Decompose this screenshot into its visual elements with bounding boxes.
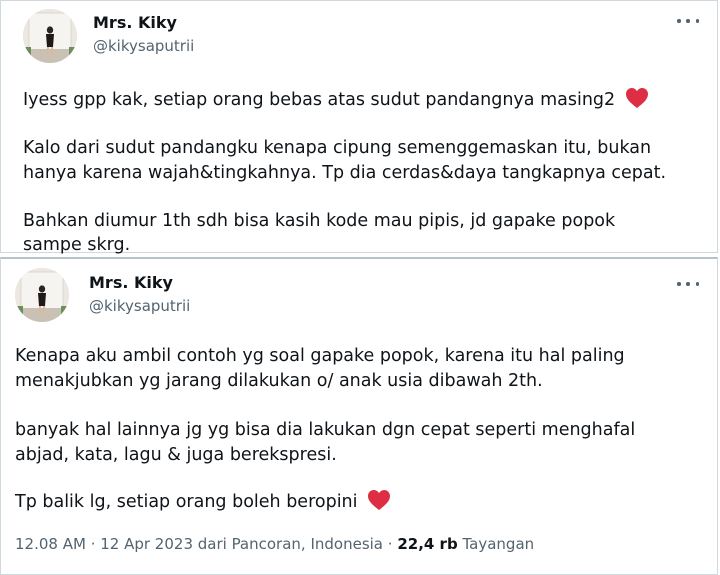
tweet-line: Tp balik lg, setiap orang boleh beropini	[15, 489, 391, 515]
user-handle[interactable]: @kikysaputrii	[93, 37, 194, 55]
avatar[interactable]	[15, 268, 69, 322]
tweet-time[interactable]: 12.08 AM	[15, 535, 86, 553]
tweet-line: Kenapa aku ambil contoh yg soal gapake p…	[15, 346, 625, 366]
tweet-line: Bahkan diumur 1th sdh bisa kasih kode ma…	[23, 211, 616, 231]
tweet-line-text: Tp balik lg, setiap orang boleh beropini	[15, 492, 358, 512]
heart-emoji-icon	[368, 490, 391, 510]
avatar-photo	[15, 268, 69, 322]
meta-separator: ·	[383, 535, 398, 553]
user-handle[interactable]: @kikysaputrii	[89, 297, 190, 315]
views-count[interactable]: 22,4 rb	[397, 535, 457, 553]
tweet-line: Kalo dari sudut pandangku kenapa cipung …	[23, 138, 652, 158]
tweet-line: menakjubkan yg jarang dilakukan o/ anak …	[15, 371, 543, 391]
tweet-date-location[interactable]: 12 Apr 2023 dari Pancoran, Indonesia	[100, 535, 383, 553]
tweet-card-2[interactable]: Mrs. Kiky @kikysaputrii Kenapa aku ambil…	[0, 257, 718, 575]
heart-emoji-icon	[625, 88, 648, 108]
tweet-line: sampe skrg.	[23, 235, 131, 255]
tweet-line: abjad, kata, lagu & juga berekspresi.	[15, 445, 337, 465]
more-options-icon[interactable]	[677, 277, 699, 291]
tweet-card-1[interactable]: Mrs. Kiky @kikysaputrii Iyess gpp kak, s…	[0, 0, 718, 255]
meta-separator: ·	[85, 535, 101, 553]
tweet-line: Iyess gpp kak, setiap orang bebas atas s…	[23, 87, 649, 113]
more-options-icon[interactable]	[677, 14, 699, 28]
display-name[interactable]: Mrs. Kiky	[93, 13, 177, 32]
tweet-line: banyak hal lainnya jg yg bisa dia lakuka…	[15, 420, 636, 440]
avatar-photo	[23, 9, 77, 63]
tweet-line: hanya karena wajah&tingkahnya. Tp dia ce…	[23, 163, 667, 183]
views-label: Tayangan	[457, 535, 535, 553]
tweet-line-text: Iyess gpp kak, setiap orang bebas atas s…	[23, 90, 616, 110]
avatar[interactable]	[23, 9, 77, 63]
display-name[interactable]: Mrs. Kiky	[89, 273, 173, 292]
tweet-meta: 12.08 AM · 12 Apr 2023 dari Pancoran, In…	[15, 535, 534, 553]
